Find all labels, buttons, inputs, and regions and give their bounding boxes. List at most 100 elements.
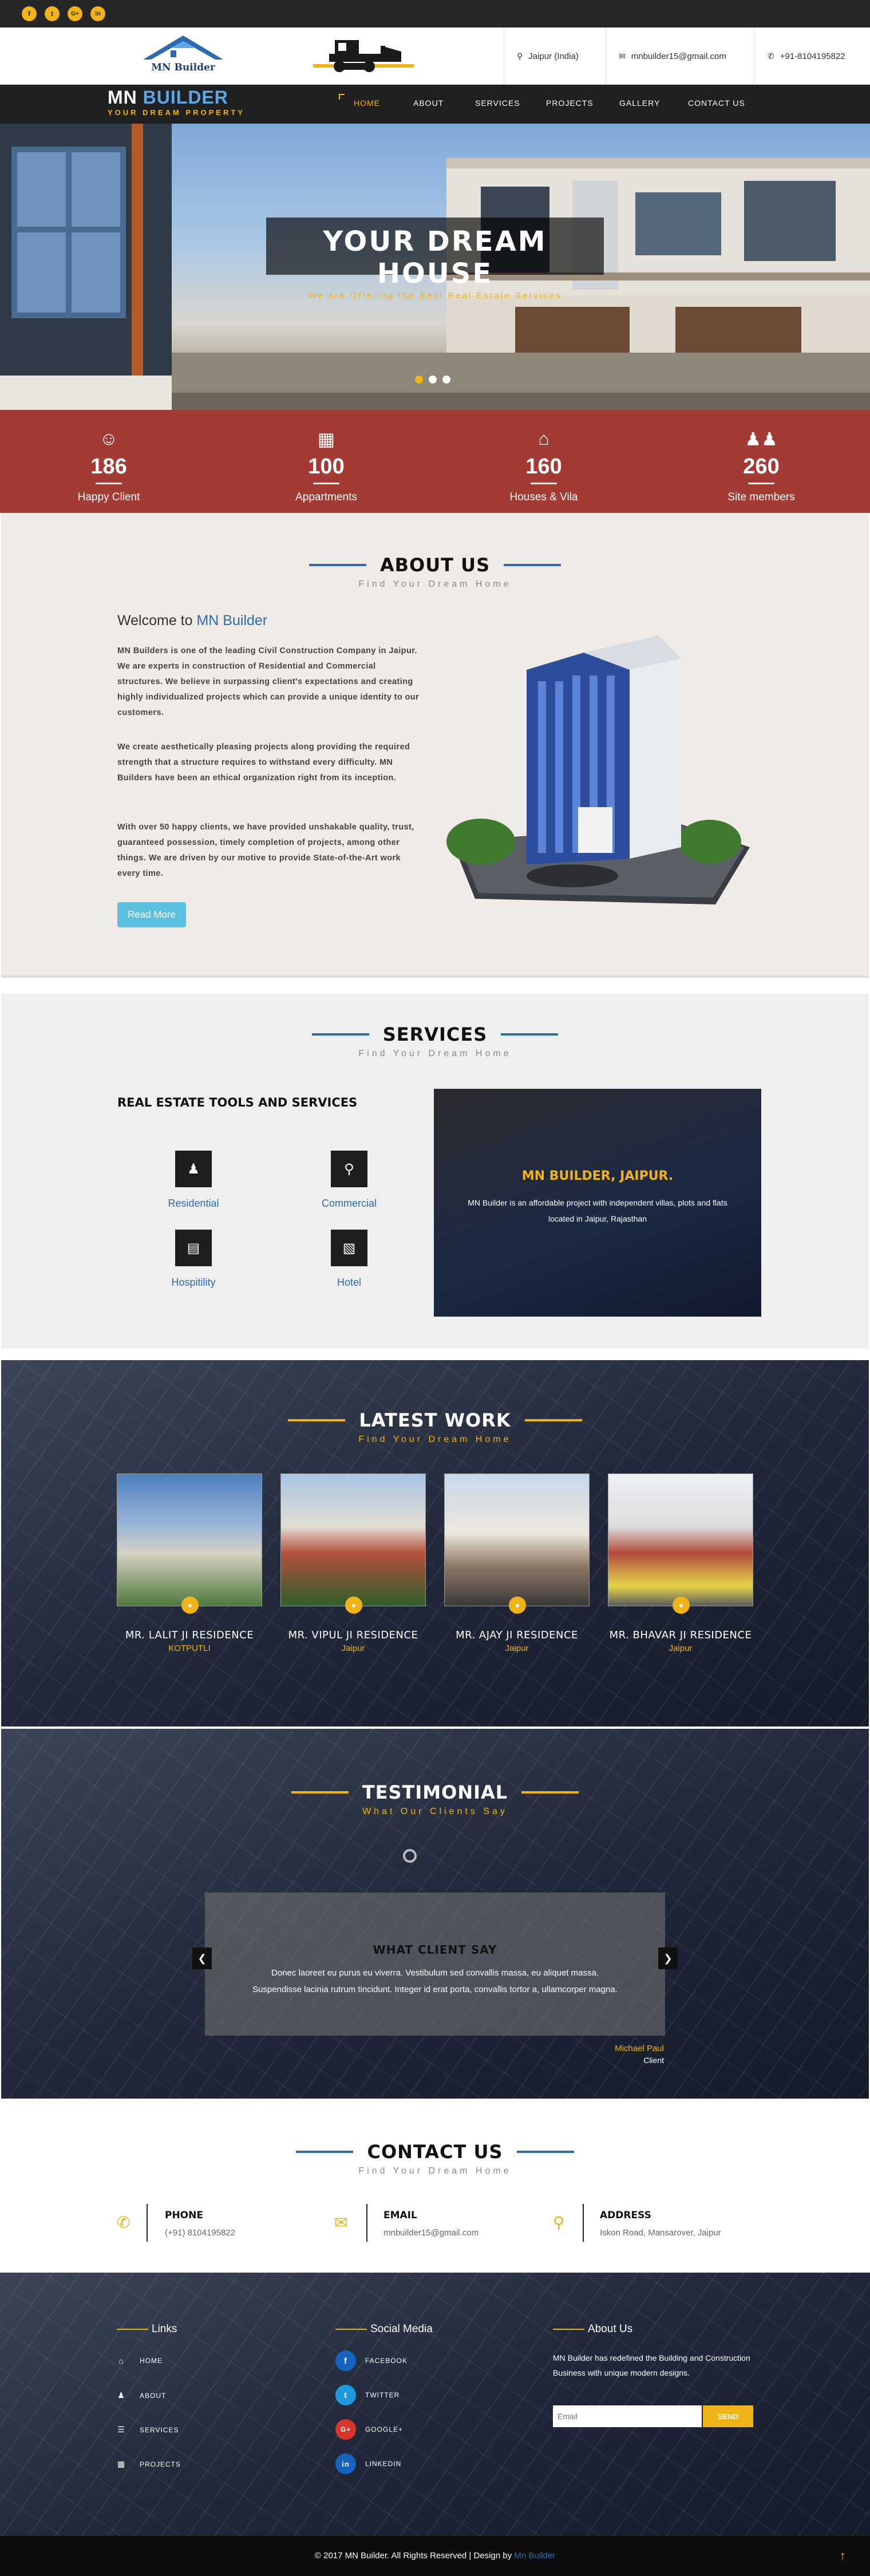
contact-email-label: EMAIL — [383, 2210, 417, 2221]
footer-social-linkedin[interactable]: in LINKEDIN — [335, 2453, 401, 2474]
nav-home[interactable]: HOME — [354, 98, 380, 108]
services-heading: REAL ESTATE TOOLS AND SERVICES — [117, 1096, 358, 1109]
brand[interactable]: MN BUILDER YOUR DREAM PROPERTY — [108, 87, 245, 117]
section-subtitle: Find Your Dream Home — [358, 1435, 512, 1444]
service-commercial[interactable]: Commercial — [292, 1198, 406, 1210]
hotel-icon[interactable]: ▧ — [331, 1230, 367, 1266]
nav-contact[interactable]: CONTACT US — [688, 98, 745, 108]
footer-link-services[interactable]: ☰ SERVICES — [117, 2425, 179, 2435]
nav-services[interactable]: SERVICES — [475, 98, 520, 108]
testimonial-heading: WHAT CLIENT SAY — [373, 1943, 497, 1957]
service-hospitility[interactable]: Hospitility — [136, 1277, 251, 1289]
service-hotel[interactable]: Hotel — [292, 1277, 406, 1289]
panel-text: MN Builder is an affordable project with… — [468, 1198, 727, 1223]
stat-label: Houses & Vila — [509, 491, 578, 503]
contact-email-value[interactable]: mnbuilder15@gmail.com — [383, 2228, 478, 2238]
header: MN Builder ⚲ Jaipur (India) ✉ mnbuilder1… — [0, 27, 870, 85]
section-title: TESTIMONIAL — [362, 1781, 508, 1803]
read-more-button[interactable]: Read More — [117, 902, 187, 927]
link-icon[interactable]: ● — [509, 1597, 526, 1614]
twitter-icon[interactable]: t — [335, 2385, 356, 2405]
twitter-icon[interactable]: t — [45, 6, 60, 21]
slider-dot[interactable] — [429, 376, 437, 384]
building-icon: ▦ — [317, 429, 335, 449]
service-residential[interactable]: Residential — [136, 1198, 251, 1210]
footer-send-button[interactable]: SEND — [703, 2405, 753, 2427]
testimonial-text: Donec laoreet eu purus eu viverra. Vesti… — [252, 1968, 618, 1994]
work-title[interactable]: MR. VIPUL JI RESIDENCE — [280, 1629, 426, 1641]
nav-projects[interactable]: PROJECTS — [546, 98, 594, 108]
copyright-bar: © 2017 MN Builder. All Rights Reserved |… — [0, 2536, 870, 2576]
section-subtitle: Find Your Dream Home — [358, 2166, 512, 2176]
title-bar — [291, 1791, 349, 1793]
email-text[interactable]: mnbuilder15@gmail.com — [631, 52, 726, 61]
slider-dot-active[interactable] — [415, 376, 423, 384]
contact-phone-value[interactable]: (+91) 8104195822 — [165, 2228, 235, 2238]
footer-links-heading: Links — [117, 2323, 177, 2336]
work-image[interactable]: ● — [280, 1473, 426, 1614]
footer-email-input[interactable] — [553, 2405, 702, 2427]
linkedin-icon[interactable]: in — [335, 2453, 356, 2474]
work-card[interactable]: ● MR. VIPUL JI RESIDENCE Jaipur — [280, 1473, 426, 1653]
stat-value: 100 — [308, 455, 345, 479]
footer-link-home[interactable]: ⌂ HOME — [117, 2356, 163, 2365]
brand-name-1: MN — [108, 87, 143, 108]
hero-title: YOUR DREAM HOUSE — [323, 226, 547, 290]
contact-title-block: CONTACT US Find Your Dream Home — [0, 2141, 870, 2176]
link-icon[interactable]: ● — [673, 1597, 690, 1614]
title-bar — [516, 2151, 574, 2153]
footer-social-google[interactable]: G+ GOOGLE+ — [335, 2419, 403, 2440]
envelope-icon: ✉ — [619, 51, 626, 61]
about-paragraph: We create aesthetically pleasing project… — [117, 742, 410, 783]
nav-about[interactable]: ABOUT — [413, 98, 444, 108]
link-icon[interactable]: ● — [181, 1597, 199, 1614]
linkedin-icon[interactable]: in — [90, 6, 105, 21]
footer-social-facebook[interactable]: f FACEBOOK — [335, 2350, 408, 2371]
work-card[interactable]: ● MR. AJAY JI RESIDENCE Jaipur — [444, 1473, 590, 1653]
work-card[interactable]: ● MR. BHAVAR JI RESIDENCE Jaipur — [608, 1473, 753, 1653]
brand-name-2: BUILDER — [143, 87, 228, 108]
bar-chart-icon[interactable]: ▤ — [175, 1230, 212, 1266]
work-title[interactable]: MR. BHAVAR JI RESIDENCE — [608, 1629, 753, 1641]
footer-social-twitter[interactable]: t TWITTER — [335, 2385, 400, 2405]
back-to-top-icon[interactable]: ↑ — [831, 2545, 854, 2567]
facebook-icon[interactable]: f — [335, 2350, 356, 2371]
title-bar — [309, 564, 366, 566]
hero-subtitle: We are Offering the Best Real Estate Ser… — [308, 291, 562, 301]
work-image[interactable]: ● — [608, 1473, 753, 1614]
nav-gallery[interactable]: GALLERY — [619, 98, 660, 108]
section-title: CONTACT US — [367, 2141, 503, 2163]
section-title: LATEST WORK — [359, 1409, 511, 1431]
work-card[interactable]: ● MR. LALIT JI RESIDENCE KOTPUTLI — [117, 1473, 262, 1653]
contact-divider — [366, 2204, 367, 2242]
header-phone[interactable]: ✆ +91-8104195822 — [754, 27, 858, 85]
phone-text[interactable]: +91-8104195822 — [780, 52, 845, 61]
work-title[interactable]: MR. LALIT JI RESIDENCE — [117, 1629, 262, 1641]
slider-dot[interactable] — [442, 376, 450, 384]
section-title: ABOUT US — [379, 554, 491, 576]
work-title[interactable]: MR. AJAY JI RESIDENCE — [444, 1629, 590, 1641]
next-arrow-icon[interactable]: ❯ — [658, 1947, 678, 1969]
stats-band: ☺ 186 Happy Client ▦ 100 Appartments ⌂ 1… — [0, 410, 870, 513]
footer-link-projects[interactable]: ▦ PROJECTS — [117, 2459, 181, 2469]
work-location: Jaipur — [341, 1643, 365, 1653]
user-icon[interactable]: ♟ — [175, 1151, 212, 1187]
header-email[interactable]: ✉ mnbuilder15@gmail.com — [606, 27, 739, 85]
work-title-block: LATEST WORK Find Your Dream Home — [0, 1409, 870, 1445]
link-icon[interactable]: ● — [345, 1597, 362, 1614]
facebook-icon[interactable]: f — [22, 6, 37, 21]
stat-divider — [96, 483, 122, 484]
unlock-icon[interactable]: ⚲ — [331, 1151, 367, 1187]
home-icon: ⌂ — [538, 428, 549, 449]
work-image[interactable]: ● — [117, 1473, 262, 1614]
work-image[interactable]: ● — [444, 1473, 590, 1614]
designer-link[interactable]: Mn Builder — [514, 2551, 555, 2561]
logo[interactable]: MN Builder — [137, 32, 229, 80]
main-nav: MN BUILDER YOUR DREAM PROPERTY HOME ABOU… — [0, 85, 870, 124]
prev-arrow-icon[interactable]: ❮ — [192, 1947, 212, 1969]
contact-divider — [147, 2204, 148, 2242]
title-bar — [296, 2151, 354, 2153]
google-plus-icon[interactable]: G+ — [335, 2419, 356, 2440]
google-plus-icon[interactable]: G+ — [68, 6, 82, 21]
footer-link-about[interactable]: ♟ ABOUT — [117, 2391, 166, 2400]
